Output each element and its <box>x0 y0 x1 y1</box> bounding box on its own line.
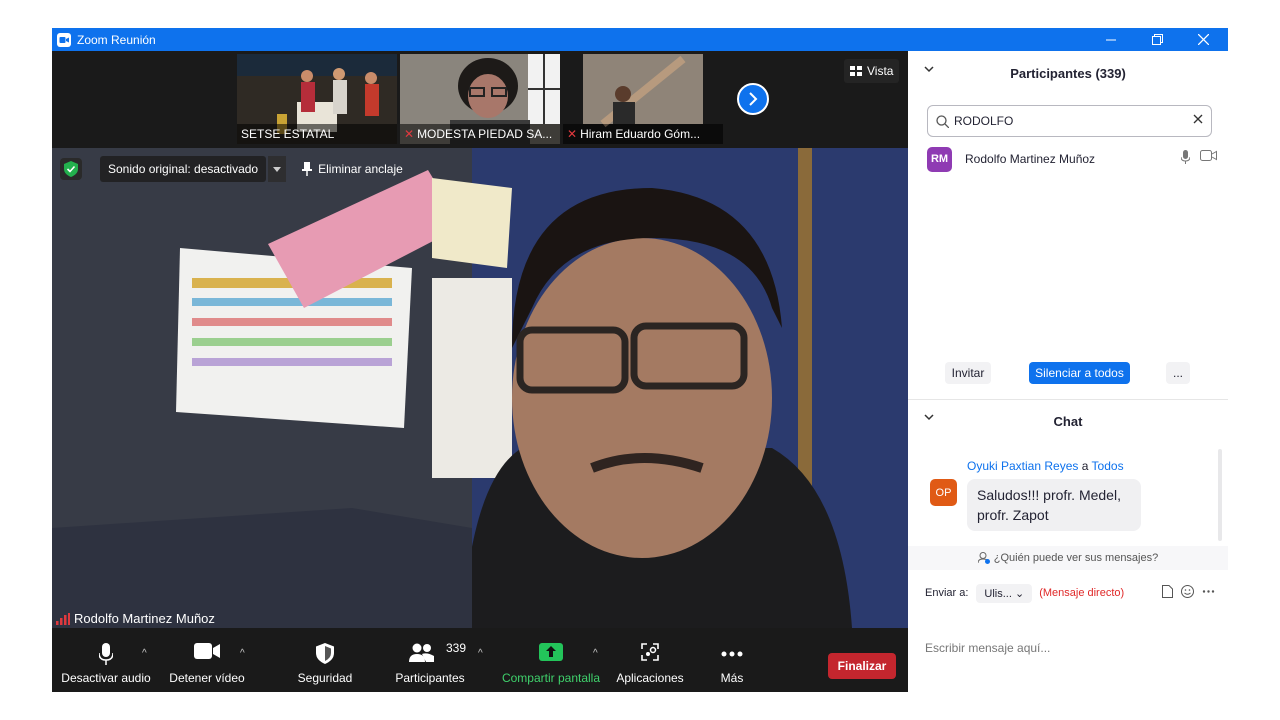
recipient-dropdown[interactable]: Ulis... ⌄ <box>976 583 1033 603</box>
participants-more-button[interactable]: ... <box>1166 362 1190 384</box>
participant-name: Rodolfo Martinez Muñoz <box>965 152 1096 166</box>
participants-options-caret[interactable]: ^ <box>478 648 483 659</box>
participants-button[interactable]: 339 Participantes <box>390 628 470 692</box>
more-options-icon[interactable] <box>1202 585 1215 598</box>
message-recipient[interactable]: Todos <box>1092 459 1124 473</box>
message-sender[interactable]: Oyuki Paxtian Reyes <box>967 459 1078 473</box>
chat-scrollbar[interactable] <box>1218 449 1222 541</box>
message-bubble: Saludos!!! profr. Medel, profr. Zapot <box>967 479 1141 531</box>
participants-header: Participantes (339) <box>908 53 1228 93</box>
clear-search-icon[interactable] <box>1193 114 1203 124</box>
thumbnail-label: ✕ Hiram Eduardo Góm... <box>563 124 723 144</box>
restore-button[interactable] <box>1134 28 1180 51</box>
view-label: Vista <box>867 64 894 78</box>
share-screen-icon <box>539 643 563 661</box>
emoji-icon[interactable] <box>1181 585 1194 598</box>
speaker-scene <box>52 148 908 628</box>
more-button[interactable]: Más <box>708 628 756 692</box>
window-title: Zoom Reunión <box>77 32 156 47</box>
apps-button[interactable]: Aplicaciones <box>614 628 686 692</box>
avatar: OP <box>930 479 957 506</box>
message-header: Oyuki Paxtian Reyes a Todos <box>967 459 1124 473</box>
share-options-caret[interactable]: ^ <box>593 648 598 659</box>
chevron-right-icon <box>749 92 758 106</box>
close-icon <box>1197 34 1209 45</box>
restore-icon <box>1151 34 1163 45</box>
speaker-name-tag: Rodolfo Martinez Muñoz <box>56 611 215 626</box>
chat-title: Chat <box>1053 413 1083 429</box>
participants-title: Participantes (339) <box>1010 65 1126 81</box>
avatar: RM <box>927 146 952 172</box>
search-value: RODOLFO <box>954 114 1014 128</box>
original-sound-toggle[interactable]: Sonido original: desactivado <box>100 156 267 182</box>
apps-icon <box>641 643 659 661</box>
signal-icon <box>56 612 70 625</box>
side-panel: Participantes (339) RODOLFO RM Rodolfo M… <box>908 51 1228 692</box>
microphone-icon <box>99 643 113 665</box>
video-area: SETSE ESTATAL ✕ MODESTA PIEDAD SA... ✕ H… <box>52 51 908 692</box>
thumbnail-tile[interactable]: ✕ MODESTA PIEDAD SA... <box>400 54 560 144</box>
more-dots-icon <box>721 651 743 657</box>
direct-message-tag: (Mensaje directo) <box>1039 587 1125 599</box>
shield-check-icon <box>64 161 78 177</box>
chevron-down-icon[interactable] <box>924 414 934 421</box>
main-video[interactable]: Sonido original: desactivado Eliminar an… <box>52 148 908 628</box>
title-bar: Zoom Reunión <box>52 28 1228 51</box>
chat-message-input[interactable]: Escribir mensaje aquí... <box>925 641 1050 655</box>
audio-options-caret[interactable]: ^ <box>142 648 147 659</box>
send-to-label: Enviar a: <box>925 587 969 599</box>
participants-count: 339 <box>446 641 467 655</box>
security-button[interactable]: Seguridad <box>290 628 360 692</box>
chat-header: Chat <box>908 401 1228 441</box>
video-camera-icon[interactable] <box>1200 150 1217 161</box>
participant-row[interactable]: RM Rodolfo Martinez Muñoz <box>927 146 1217 172</box>
thumbnail-strip: SETSE ESTATAL ✕ MODESTA PIEDAD SA... ✕ H… <box>52 51 908 147</box>
mute-all-button[interactable]: Silenciar a todos <box>1029 362 1130 384</box>
meeting-toolbar: Desactivar audio ^ Detener vídeo ^ Segur… <box>52 628 908 692</box>
mic-off-icon: ✕ <box>404 127 415 141</box>
shield-icon <box>316 643 334 664</box>
microphone-icon[interactable] <box>1181 150 1190 164</box>
participant-search-input[interactable]: RODOLFO <box>927 105 1212 137</box>
who-can-see-messages[interactable]: ¿Quién puede ver sus mensajes? <box>908 546 1228 570</box>
stop-video-button[interactable]: Detener vídeo <box>164 628 250 692</box>
encryption-badge[interactable] <box>60 158 82 180</box>
divider <box>908 399 1228 400</box>
close-button[interactable] <box>1180 28 1226 51</box>
view-button[interactable]: Vista <box>844 59 900 83</box>
participants-icon <box>409 643 434 662</box>
end-meeting-button[interactable]: Finalizar <box>828 653 896 679</box>
next-page-button[interactable] <box>737 83 769 115</box>
chevron-down-icon[interactable] <box>924 66 934 73</box>
thumbnail-tile[interactable]: ✕ Hiram Eduardo Góm... <box>563 54 723 144</box>
zoom-logo-icon <box>57 32 71 47</box>
mute-audio-button[interactable]: Desactivar audio <box>58 628 154 692</box>
file-icon[interactable] <box>1162 585 1173 598</box>
original-sound-dropdown[interactable] <box>268 156 287 182</box>
video-camera-icon <box>194 643 220 659</box>
person-info-icon <box>977 552 990 564</box>
minimize-button[interactable] <box>1088 28 1134 51</box>
video-options-caret[interactable]: ^ <box>240 648 245 659</box>
pin-icon <box>302 162 313 176</box>
caret-down-icon <box>273 166 282 172</box>
thumbnail-label: ✕ MODESTA PIEDAD SA... <box>400 124 560 144</box>
thumbnail-tile[interactable]: SETSE ESTATAL <box>237 54 397 144</box>
search-icon <box>936 114 949 128</box>
zoom-window: Zoom Reunión SETSE ESTATAL ✕ MODESTA PIE… <box>52 28 1228 692</box>
thumbnail-label: SETSE ESTATAL <box>237 124 397 144</box>
mic-off-icon: ✕ <box>567 127 578 141</box>
send-to-row: Enviar a: Ulis... ⌄ (Mensaje directo) <box>925 581 1215 605</box>
video-overlay-bar: Sonido original: desactivado Eliminar an… <box>60 156 403 182</box>
unpin-button[interactable]: Eliminar anclaje <box>302 162 403 176</box>
minimize-icon <box>1106 39 1116 40</box>
invite-button[interactable]: Invitar <box>945 362 991 384</box>
share-screen-button[interactable]: Compartir pantalla <box>498 628 604 692</box>
grid-icon <box>850 66 862 76</box>
